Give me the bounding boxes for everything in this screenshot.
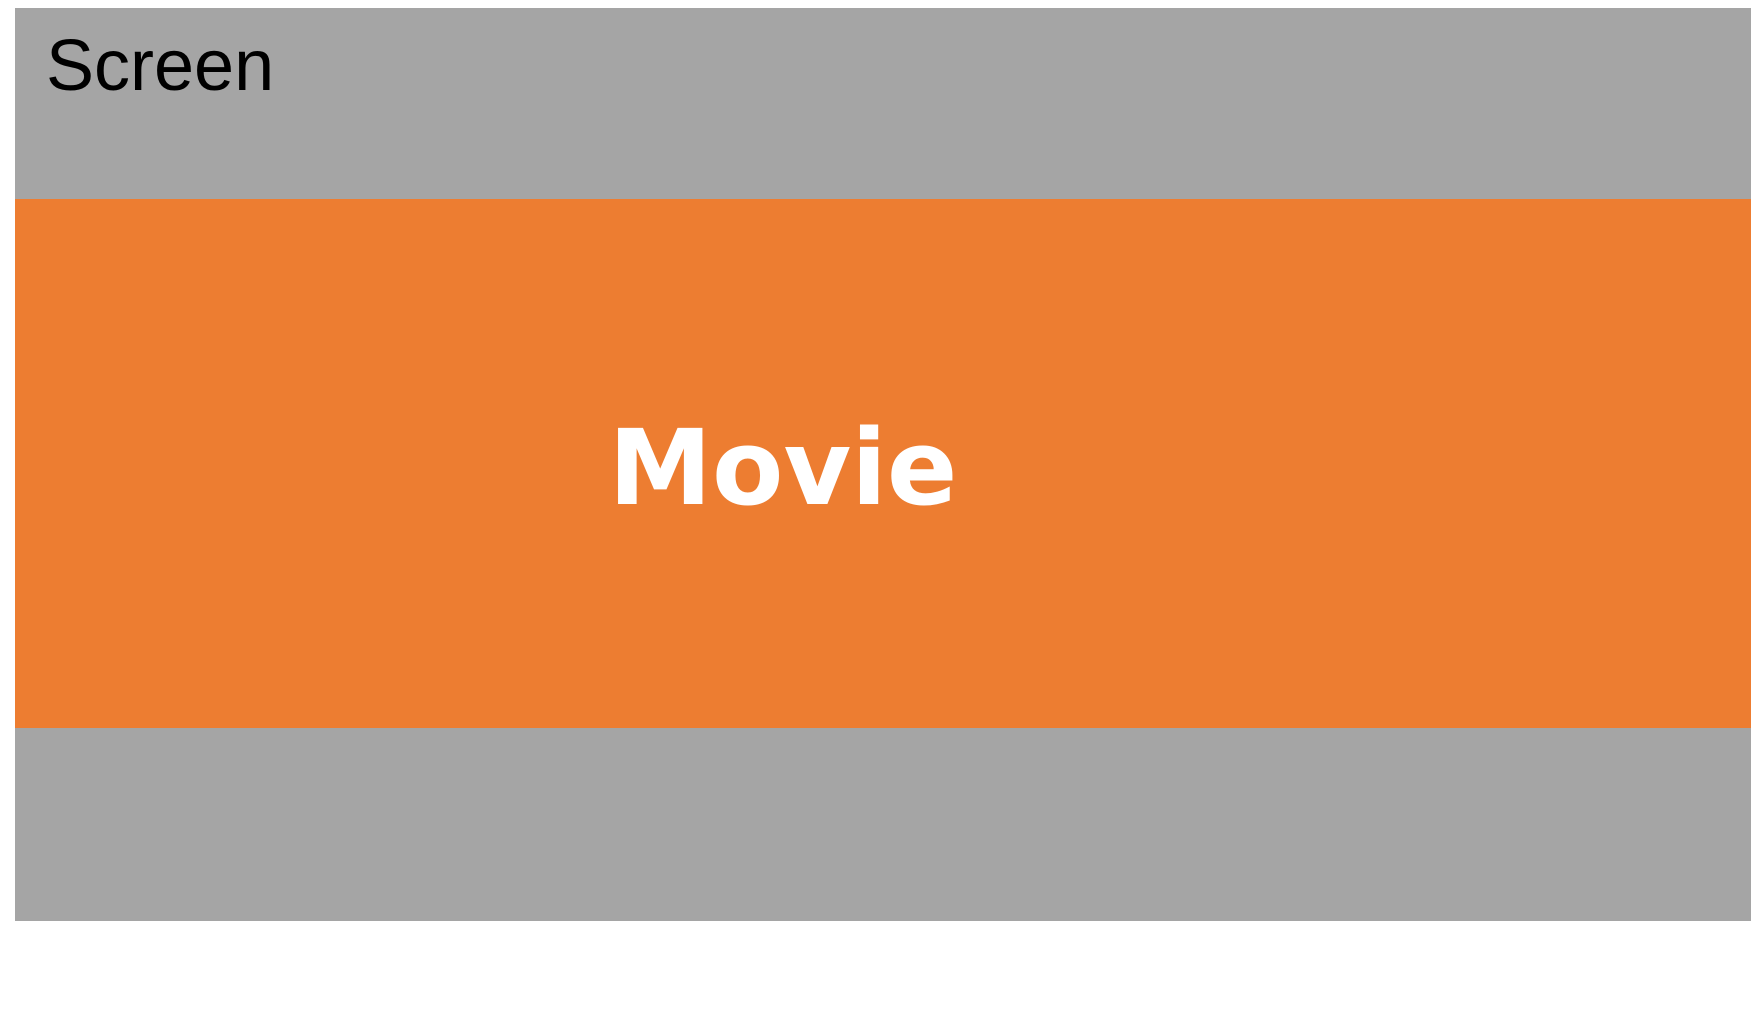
screen-label: Screen [46,26,275,106]
screen-area: Screen Movie [15,8,1751,921]
movie-area: Movie [15,199,1751,728]
movie-label: Movie [608,406,958,529]
